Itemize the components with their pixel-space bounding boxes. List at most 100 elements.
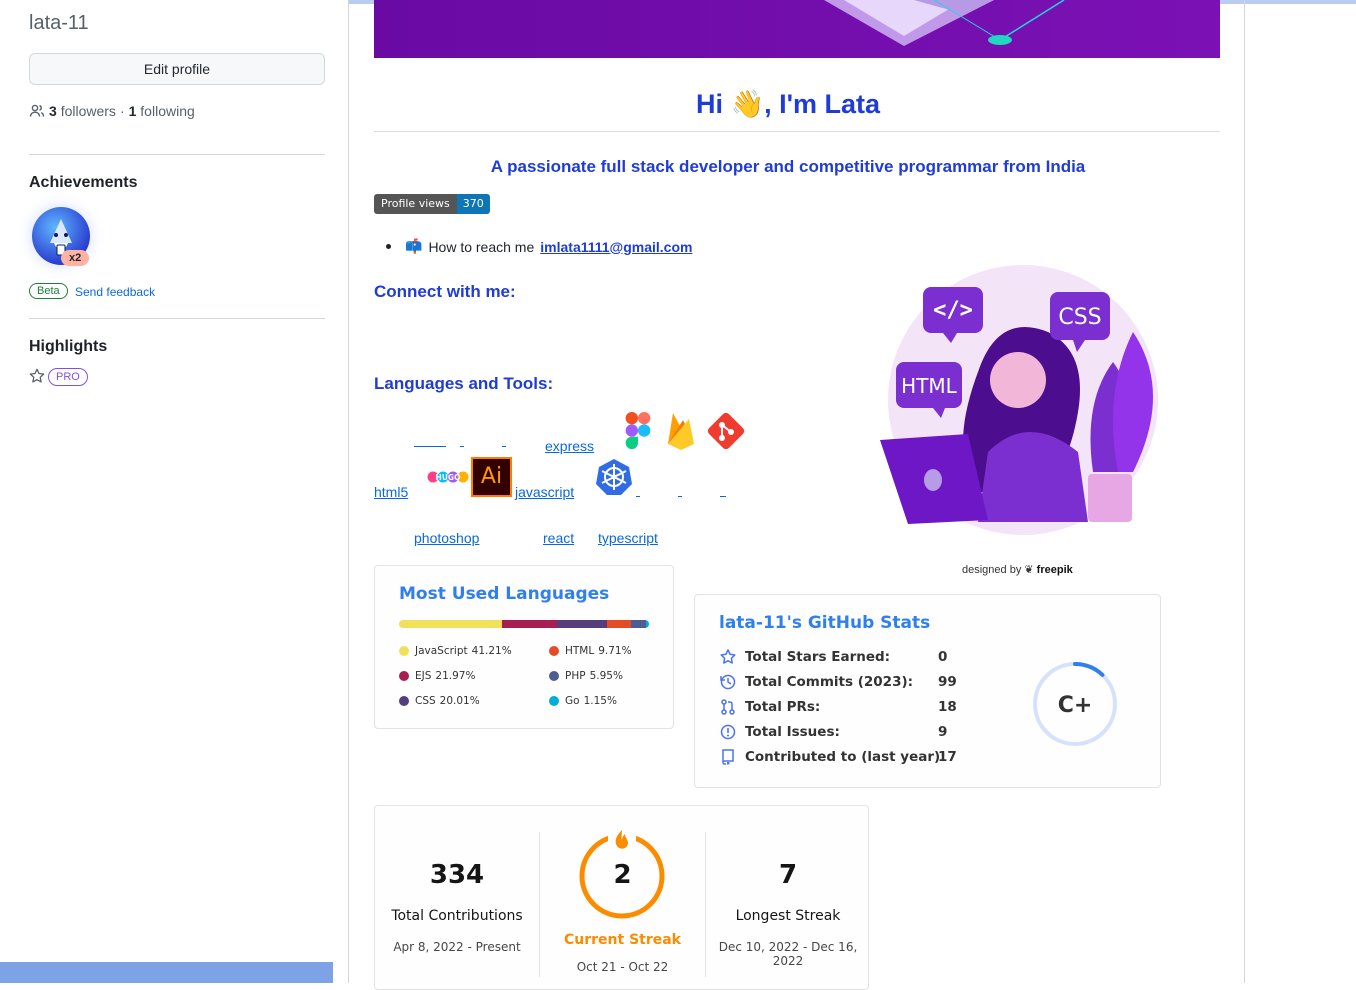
tool-link[interactable]	[678, 496, 682, 497]
profile-views-value: 370	[456, 194, 490, 214]
issue-icon	[720, 724, 736, 740]
profile-views-label: Profile views	[374, 194, 457, 214]
photoshop-image-link[interactable]: photoshop	[414, 530, 479, 546]
reach-text: How to reach me	[428, 238, 535, 255]
stat-row: Contributed to (last year): 17	[719, 748, 957, 766]
figma-icon[interactable]	[624, 411, 652, 451]
followers-label: followers	[60, 103, 116, 119]
following-label: following	[140, 103, 195, 119]
language-legend-item: PHP 5.95%	[549, 670, 623, 682]
react-image-link[interactable]: react	[543, 530, 574, 546]
following-link[interactable]: 1 following	[129, 103, 195, 119]
express-image-link[interactable]: express	[545, 438, 594, 454]
language-bar-segment	[646, 620, 649, 628]
readme-subtitle: A passionate full stack developer and co…	[490, 157, 1086, 176]
language-legend-item: JavaScript 41.21%	[399, 645, 512, 657]
banner-illustration	[824, 0, 1065, 46]
language-color-dot	[549, 646, 559, 656]
css-tag-label: CSS	[1058, 305, 1101, 330]
streak-card: 334 Total Contributions Apr 8, 2022 - Pr…	[374, 805, 869, 990]
edit-profile-button[interactable]: Edit profile	[29, 53, 325, 85]
tool-link[interactable]	[414, 445, 446, 447]
people-icon	[29, 104, 45, 117]
html-tag-label: HTML	[901, 374, 958, 398]
language-percent: 9.71%	[598, 645, 632, 657]
pro-badge: PRO	[48, 368, 88, 386]
typescript-image-link[interactable]: typescript	[598, 530, 658, 546]
readme-title: Hi 👋, I'm Lata	[695, 89, 881, 119]
stat-label: Contributed to (last year):	[745, 749, 946, 765]
language-bar-segment	[556, 620, 607, 628]
star-icon	[720, 649, 736, 664]
main-column-border	[1244, 0, 1245, 983]
followers-link[interactable]: 3 followers	[49, 103, 116, 119]
rank-circle: C+	[1032, 661, 1118, 747]
language-legend-item: CSS 20.01%	[399, 695, 480, 707]
beta-label: Beta	[29, 283, 68, 299]
language-name: PHP	[565, 670, 586, 682]
achievements-heading: Achievements	[29, 174, 138, 191]
repo-icon	[722, 749, 734, 765]
language-bar-segment	[631, 620, 647, 628]
highlights-heading: Highlights	[29, 338, 108, 355]
reach-list-item: 📫 How to reach me imlata1111@gmail.com	[386, 238, 692, 255]
profile-sidebar: lata-11 Edit profile 3 followers · 1 fol…	[0, 0, 349, 983]
language-percent: 41.21%	[471, 645, 512, 657]
stat-row: Total PRs: 18	[719, 698, 957, 716]
send-feedback-link[interactable]: Send feedback	[75, 285, 155, 299]
longest-streak-range: Dec 10, 2022 - Dec 16, 2022	[718, 940, 858, 968]
language-name: Go	[565, 695, 580, 707]
language-bar-segment	[399, 620, 503, 628]
javascript-image-link[interactable]: javascript	[515, 484, 574, 500]
github-stats-title: lata-11's GitHub Stats	[719, 613, 931, 633]
hugo-icon[interactable]: HUGO	[427, 470, 469, 484]
stat-value: 9	[938, 724, 948, 740]
language-progress-bar	[399, 620, 649, 628]
follow-stats: 3 followers · 1 following	[29, 103, 195, 119]
stat-label: Total PRs:	[745, 699, 821, 715]
tool-link[interactable]	[460, 445, 464, 447]
followers-count: 3	[49, 103, 57, 119]
html5-image-link[interactable]: html5	[374, 484, 408, 500]
stat-value: 0	[938, 649, 948, 665]
language-percent: 20.01%	[439, 695, 480, 707]
language-color-dot	[399, 646, 409, 656]
kubernetes-icon[interactable]	[594, 457, 634, 497]
firebase-icon[interactable]	[666, 411, 696, 451]
illustration-credit: designed by ❦ freepik	[962, 563, 1073, 576]
username: lata-11	[29, 12, 89, 34]
tool-link[interactable]	[720, 496, 726, 497]
longest-streak-label: Longest Streak	[735, 908, 841, 924]
sidebar-divider	[29, 154, 325, 155]
language-legend-item: EJS 21.97%	[399, 670, 475, 682]
title-divider	[374, 131, 1220, 132]
rank-grade: C+	[1058, 693, 1093, 718]
credit-brand: freepik	[1036, 564, 1073, 576]
language-legend-item: HTML 9.71%	[549, 645, 632, 657]
stat-value: 18	[938, 699, 957, 715]
language-percent: 5.95%	[589, 670, 623, 682]
mailbox-icon: 📫	[405, 238, 423, 254]
current-streak-label: Current Streak	[563, 932, 681, 948]
pull-request-icon	[721, 699, 735, 715]
illustrator-icon[interactable]: Ai	[471, 457, 512, 497]
top-languages-title: Most Used Languages	[399, 584, 610, 604]
profile-views-badge[interactable]: Profile views 370	[374, 194, 490, 214]
bullet	[386, 244, 391, 249]
hugo-label: HUGO	[436, 473, 461, 482]
language-percent: 1.15%	[583, 695, 617, 707]
languages-heading: Languages and Tools:	[374, 374, 554, 393]
language-name: HTML	[565, 645, 595, 657]
github-stats-card: lata-11's GitHub Stats C+ Total Stars Ea…	[694, 594, 1161, 788]
language-percent: 21.97%	[435, 670, 476, 682]
top-languages-card: Most Used Languages JavaScript 41.21% EJS 2…	[374, 565, 674, 729]
email-link[interactable]: imlata1111@gmail.com	[540, 239, 692, 255]
tool-link[interactable]	[502, 445, 506, 447]
longest-streak-value: 7	[778, 860, 798, 890]
tool-link[interactable]	[636, 496, 640, 497]
git-icon[interactable]	[706, 411, 746, 451]
star-icon	[29, 368, 45, 389]
language-name: EJS	[415, 670, 432, 682]
sidebar-scroll-indicator	[0, 962, 333, 983]
stat-label: Total Commits (2023):	[745, 674, 914, 690]
